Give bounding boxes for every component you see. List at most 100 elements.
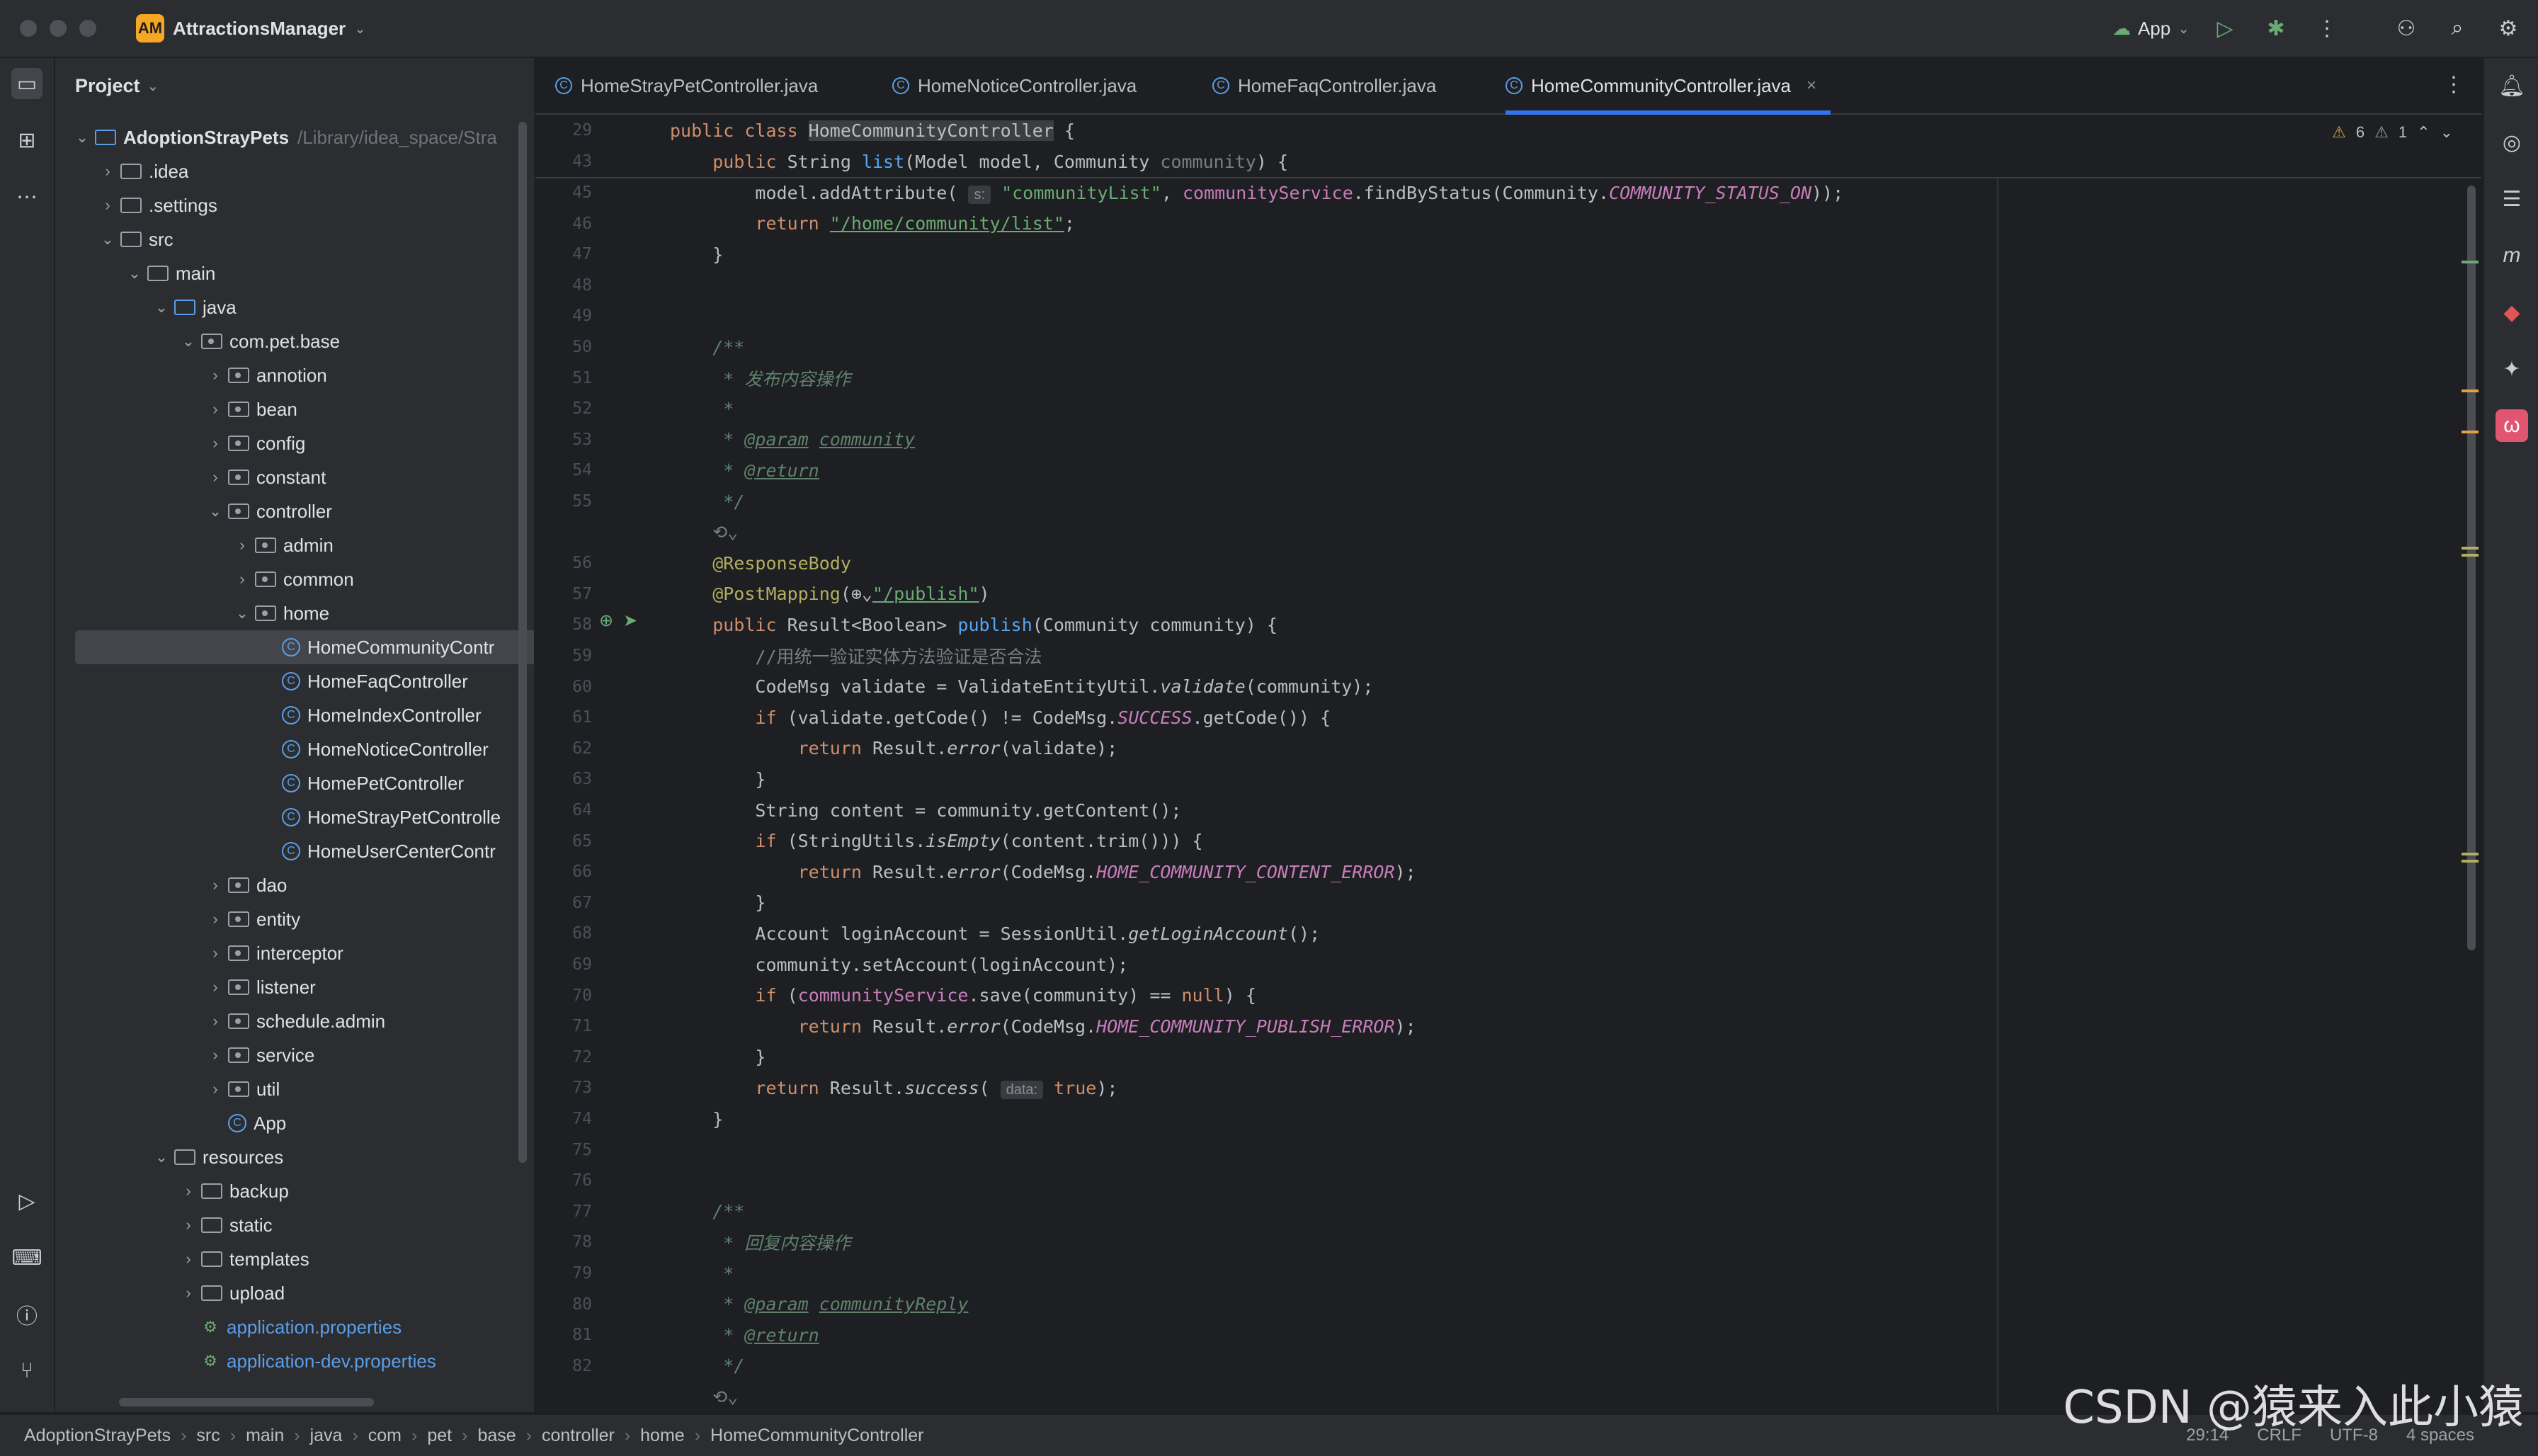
code-line[interactable]: 29 public class HomeCommunityController { — [535, 115, 2481, 146]
line-number[interactable]: 58 — [535, 615, 592, 634]
code-line[interactable]: 77 /** — [535, 1196, 2481, 1227]
line-number[interactable]: 48 — [535, 276, 592, 295]
sticky-lines-header[interactable]: 29 public class HomeCommunityController {… — [535, 115, 2481, 178]
tree-item[interactable]: C HomePetController — [55, 766, 534, 800]
add-user-icon[interactable]: ⚇ — [2391, 13, 2422, 44]
tree-item[interactable]: C App — [55, 1106, 534, 1140]
project-horizontal-scrollbar[interactable] — [119, 1398, 374, 1406]
tree-item[interactable]: › config — [55, 426, 534, 460]
code-line[interactable]: 73 return Result.success( data: true); — [535, 1072, 2481, 1103]
tree-item[interactable]: C HomeNoticeController — [55, 732, 534, 766]
code-line[interactable]: 49 — [535, 300, 2481, 331]
code-text[interactable]: } — [670, 892, 766, 913]
more-tools-icon[interactable]: ⋯ — [11, 181, 42, 212]
tree-item[interactable]: ⌄ controller — [55, 494, 534, 528]
code-line[interactable]: 69 community.setAccount(loginAccount); — [535, 949, 2481, 980]
code-text[interactable]: return Result.error(CodeMsg.HOME_COMMUNI… — [670, 862, 1416, 882]
breadcrumb-item[interactable]: java — [310, 1426, 343, 1446]
code-line[interactable]: 61 if (validate.getCode() != CodeMsg.SUC… — [535, 702, 2481, 733]
next-highlight-icon[interactable]: ⌄ — [2440, 123, 2453, 142]
line-number[interactable]: 73 — [535, 1079, 592, 1097]
code-text[interactable]: public class HomeCommunityController { — [670, 120, 1075, 141]
code-line[interactable]: 63 } — [535, 763, 2481, 795]
code-text[interactable]: */ — [670, 491, 744, 512]
code-line[interactable]: 55 */ — [535, 486, 2481, 517]
breadcrumb-item[interactable]: AdoptionStrayPets — [24, 1426, 171, 1446]
tree-item[interactable]: ⌄ main — [55, 256, 534, 290]
code-text[interactable]: * 发布内容操作 — [670, 365, 850, 391]
code-line[interactable]: 58 public Result<Boolean> publish(Commun… — [535, 609, 2481, 640]
tree-item[interactable]: › upload — [55, 1276, 534, 1310]
line-number[interactable]: 69 — [535, 955, 592, 974]
services-icon[interactable]: ▷ — [11, 1185, 42, 1217]
line-number[interactable]: 82 — [535, 1357, 592, 1375]
line-number[interactable]: 75 — [535, 1141, 592, 1159]
warning-marker[interactable] — [2462, 389, 2479, 392]
run-configuration-selector[interactable]: ☁ App ⌄ — [2112, 18, 2190, 40]
tab-home-community-controller[interactable]: C HomeCommunityController.java × — [1506, 58, 1831, 115]
code-line[interactable]: 47 } — [535, 239, 2481, 270]
tree-item[interactable]: › common — [55, 562, 534, 596]
breadcrumb-item[interactable]: home — [640, 1426, 685, 1446]
code-line[interactable]: 71 return Result.error(CodeMsg.HOME_COMM… — [535, 1011, 2481, 1042]
tree-item[interactable]: ⌄ AdoptionStrayPets/Library/idea_space/St… — [55, 120, 534, 154]
tree-item-selected[interactable]: C HomeCommunityContr — [75, 630, 534, 664]
breadcrumb-item[interactable]: com — [368, 1426, 402, 1446]
code-line[interactable]: 70 if (communityService.save(community) … — [535, 980, 2481, 1011]
code-line[interactable]: 62 return Result.error(validate); — [535, 733, 2481, 764]
tree-item[interactable]: › admin — [55, 528, 534, 562]
tree-item[interactable]: C HomeStrayPetControlle — [55, 800, 534, 834]
code-text[interactable]: /** — [670, 1201, 744, 1222]
line-number[interactable]: 65 — [535, 832, 592, 851]
warning-marker[interactable] — [2462, 860, 2479, 863]
plugin-bird-icon[interactable]: ◆ — [2496, 296, 2528, 329]
code-line[interactable]: 64 String content = community.getContent… — [535, 795, 2481, 826]
tree-item[interactable]: › dao — [55, 868, 534, 902]
code-line[interactable]: 75 — [535, 1134, 2481, 1166]
code-text[interactable]: * — [670, 1263, 734, 1284]
code-line[interactable]: 78 * 回复内容操作 — [535, 1227, 2481, 1258]
zoom-window-button[interactable] — [79, 20, 96, 37]
code-line[interactable]: 79 * — [535, 1258, 2481, 1289]
run-icon[interactable]: ▷ — [2209, 13, 2241, 44]
code-text[interactable]: } — [670, 1047, 766, 1067]
code-line[interactable]: 67 } — [535, 887, 2481, 918]
line-number[interactable]: 45 — [535, 183, 592, 202]
git-icon[interactable]: ⑂ — [11, 1355, 42, 1387]
code-line[interactable]: 74 } — [535, 1103, 2481, 1134]
project-panel-header[interactable]: Project ⌄ — [55, 58, 534, 113]
tab-home-notice-controller[interactable]: C HomeNoticeController.java — [892, 58, 1137, 113]
line-number[interactable]: 68 — [535, 924, 592, 943]
line-number[interactable]: 46 — [535, 215, 592, 233]
code-text[interactable]: } — [670, 769, 766, 790]
code-line[interactable]: 68 Account loginAccount = SessionUtil.ge… — [535, 918, 2481, 949]
code-text[interactable]: if (validate.getCode() != CodeMsg.SUCCES… — [670, 707, 1331, 728]
code-line[interactable]: 72 } — [535, 1042, 2481, 1073]
code-line[interactable]: 48 — [535, 270, 2481, 301]
line-number[interactable]: 54 — [535, 461, 592, 479]
line-number[interactable]: 57 — [535, 585, 592, 603]
breadcrumb-item[interactable]: pet — [427, 1426, 452, 1446]
breadcrumb-item[interactable]: HomeCommunityController — [710, 1426, 923, 1446]
code-text[interactable]: CodeMsg validate = ValidateEntityUtil.va… — [670, 676, 1373, 697]
code-text[interactable]: } — [670, 244, 723, 265]
tree-item[interactable]: › .idea — [55, 154, 534, 188]
plugin-gear-icon[interactable]: ✦ — [2496, 353, 2528, 385]
tree-item[interactable]: › templates — [55, 1242, 534, 1276]
line-number[interactable]: 62 — [535, 739, 592, 758]
editor-vertical-scrollbar[interactable] — [2467, 186, 2476, 950]
tree-item[interactable]: › listener — [55, 970, 534, 1004]
settings-icon[interactable]: ⚙ — [2493, 13, 2524, 44]
database-icon[interactable]: ☰ — [2496, 183, 2528, 215]
tree-item[interactable]: › interceptor — [55, 936, 534, 970]
code-line[interactable]: ⟲⌄ — [535, 517, 2481, 548]
line-number[interactable]: 49 — [535, 307, 592, 325]
close-window-button[interactable] — [20, 20, 37, 37]
plugin-cat-icon[interactable]: ω — [2496, 409, 2528, 442]
code-text[interactable]: //用统一验证实体方法验证是否合法 — [670, 643, 1042, 669]
line-number[interactable]: 81 — [535, 1326, 592, 1344]
more-actions-icon[interactable]: ⋮ — [2311, 13, 2343, 44]
line-number[interactable]: 67 — [535, 894, 592, 912]
tree-item[interactable]: ⌄ resources — [55, 1140, 534, 1174]
line-number[interactable]: 76 — [535, 1171, 592, 1190]
